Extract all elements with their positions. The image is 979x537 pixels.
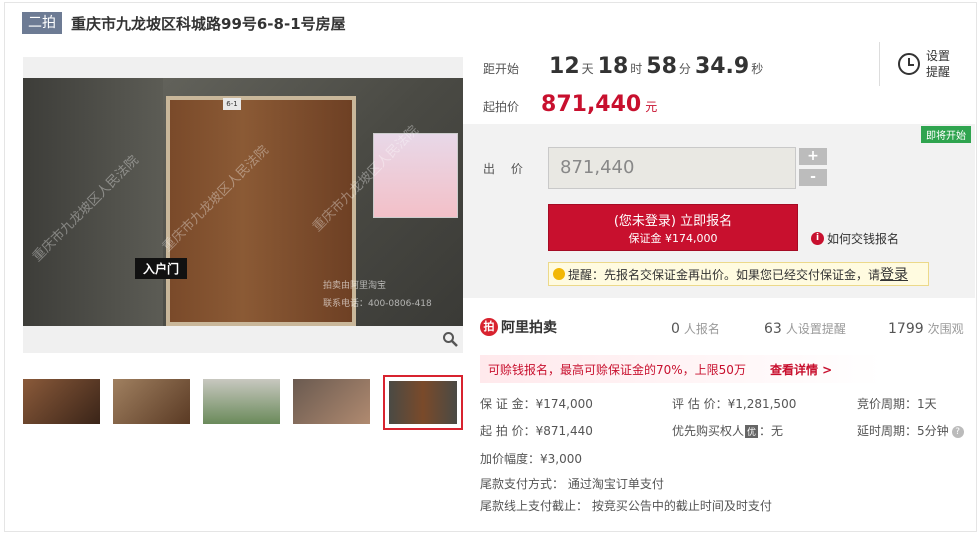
thumbnail-strip (23, 375, 463, 430)
payment-method-info: 尾款支付方式： 通过淘宝订单支付 (480, 477, 664, 491)
priority-buyer-info: 优先购买权人优：无 (672, 424, 784, 438)
deposit-info: 保 证 金：¥174,000 (480, 397, 593, 411)
thumbnail[interactable] (203, 379, 280, 424)
round-badge: 二拍 (22, 12, 62, 34)
lightbulb-icon (553, 268, 565, 280)
payment-deadline-info: 尾款线上支付截止： 按竞买公告中的截止时间及时支付 (480, 499, 772, 513)
main-photo: 6-1 入户门 重庆市九龙坡区人民法院 重庆市九龙坡区人民法院 重庆市九龙坡区人… (23, 78, 463, 326)
countdown-hours: 18 (597, 54, 629, 79)
cycle-info: 竞价周期：1天 (857, 397, 937, 411)
countdown-label: 距开始 (483, 62, 520, 76)
set-reminder-button[interactable]: 设置提醒 (879, 42, 959, 86)
info-icon: i (811, 232, 824, 245)
signup-button[interactable]: (您未登录) 立即报名 保证金 ¥174,000 (548, 204, 798, 251)
bid-panel: 即将开始 出 价 871,440 + - (您未登录) 立即报名 保证金 ¥17… (463, 124, 975, 298)
thumbnail-active[interactable] (383, 375, 463, 430)
ali-auction-logo: 拍 阿里拍卖 (480, 317, 557, 337)
start-price-info: 起 拍 价：¥871,440 (480, 424, 593, 438)
door-number-sign: 6-1 (223, 98, 241, 110)
login-link[interactable]: 登录 (880, 264, 908, 284)
start-price-label: 起拍价 (483, 100, 520, 114)
credit-promo-banner: 可赊钱报名，最高可赊保证金的70%，上限50万 查看详情 > (480, 355, 882, 383)
alarm-clock-icon (898, 53, 920, 75)
promo-text: 可赊钱报名，最高可赊保证金的70%，上限50万 (488, 362, 746, 377)
platform-stats: 拍 阿里拍卖 0 人报名 63 人设置提醒 1799 次围观 (480, 314, 970, 340)
appraisal-info: 评 估 价：¥1,281,500 (672, 397, 797, 411)
signup-count: 0 人报名 (671, 321, 720, 337)
promo-details-link[interactable]: 查看详情 > (770, 361, 832, 378)
entry-door-label: 入户门 (135, 258, 188, 279)
page-title: 重庆市九龙坡区科城路99号6-8-1号房屋 (71, 14, 346, 33)
priority-badge: 优 (745, 425, 759, 438)
status-badge: 即将开始 (921, 126, 971, 143)
view-count: 1799 次围观 (888, 321, 964, 337)
increment-info: 加价幅度：¥3,000 (480, 452, 582, 466)
thumbnail[interactable] (293, 379, 370, 424)
how-to-pay-link[interactable]: i 如何交钱报名 (811, 230, 899, 247)
signup-deposit-label: 保证金 ¥174,000 (628, 232, 718, 245)
countdown-seconds: 34.9 (694, 54, 750, 79)
decrease-bid-button[interactable]: - (799, 169, 827, 186)
bid-label: 出 价 (483, 162, 529, 176)
login-tip: 提醒：先报名交保证金再出价。如果您已经交付保证金，请 登录 (548, 262, 929, 286)
increase-bid-button[interactable]: + (799, 148, 827, 165)
signup-main-label: (您未登录) 立即报名 (613, 214, 733, 229)
delay-info: 延时周期：5分钟? (857, 422, 964, 439)
reminder-label: 设置提醒 (926, 49, 951, 79)
magnifier-icon[interactable] (441, 331, 459, 349)
title-row: 二拍 重庆市九龙坡区科城路99号6-8-1号房屋 (22, 11, 346, 35)
thumbnail[interactable] (113, 379, 190, 424)
countdown-minutes: 58 (646, 54, 677, 79)
main-image-viewer[interactable]: 6-1 入户门 重庆市九龙坡区人民法院 重庆市九龙坡区人民法院 重庆市九龙坡区人… (23, 57, 463, 353)
contact-line-1: 拍卖由阿里淘宝 (323, 281, 387, 291)
start-price-row: 起拍价 871,440 元 (483, 92, 658, 117)
thumbnail[interactable] (23, 379, 100, 424)
reminder-count: 63 人设置提醒 (764, 321, 846, 337)
bid-amount-input[interactable]: 871,440 (548, 147, 796, 189)
tip-text: 提醒：先报名交保证金再出价。如果您已经交付保证金，请 (568, 267, 881, 282)
help-icon[interactable]: ? (951, 425, 964, 438)
contact-line-2: 联系电话：400-0806-418 (323, 299, 432, 309)
countdown: 距开始 12 天 18 时 58 分 34.9 秒 (483, 54, 764, 79)
start-price-value: 871,440 (541, 92, 642, 117)
countdown-days: 12 (549, 54, 580, 79)
ali-logo-icon: 拍 (480, 318, 498, 336)
